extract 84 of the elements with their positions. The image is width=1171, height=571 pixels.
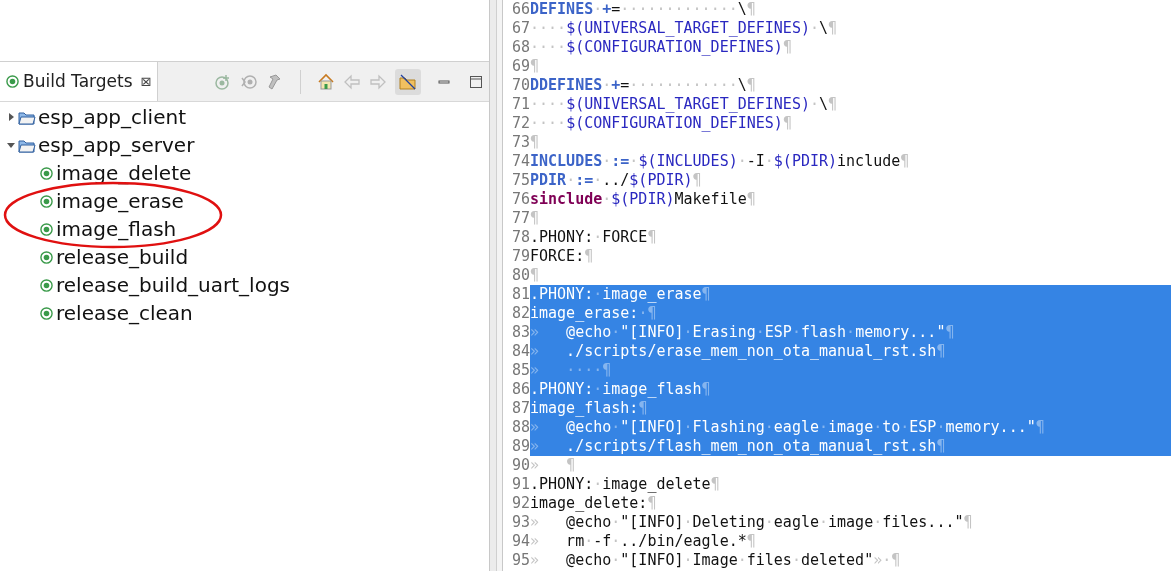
build-target-icon[interactable] [240, 72, 259, 91]
close-button[interactable]: ⊠ [140, 71, 152, 92]
tree-item[interactable]: release_clean [56, 298, 193, 328]
target-icon [40, 250, 53, 264]
code-text: ·../ [593, 171, 630, 190]
code-text: ·+ [593, 0, 612, 19]
code-text: · [602, 190, 612, 209]
project-folder-icon [18, 109, 36, 125]
code-text: Makefile¶ [674, 190, 756, 209]
code-text: .PHONY:·image_delete¶ [530, 475, 720, 494]
code-text: =·············\¶ [611, 0, 756, 19]
code-text: ···· [530, 114, 567, 133]
code-text: ···· [530, 19, 567, 38]
code-text: image_erase:·¶ [530, 304, 657, 323]
code-text: =············\¶ [620, 76, 756, 95]
tree-item[interactable]: image_delete [56, 158, 192, 188]
code-text: ·:= [602, 152, 630, 171]
code-text: include¶ [837, 152, 910, 171]
code-text: image_delete:¶ [530, 494, 657, 513]
code-text: » @echo·"[INFO]·Deleting·eagle·image·files..."¶ [530, 513, 973, 532]
code-text: ¶ [530, 133, 540, 152]
code-text: $(INCLUDES) [638, 152, 738, 171]
tab-title: Build Targets [23, 69, 133, 93]
code-text: $(PDIR) [773, 152, 838, 171]
code-text: FORCE:¶ [530, 247, 594, 266]
back-arrow-icon[interactable] [343, 72, 362, 91]
code-text: » ./scripts/flash_mem_non_ota_manual_rst.sh¶ [530, 437, 946, 456]
tree-item[interactable]: release_build_uart_logs [56, 270, 290, 300]
code-text: ¶ [692, 171, 702, 190]
tree-item[interactable]: image_flash [56, 214, 177, 244]
code-text: » @echo·"[INFO]·Image·files·deleted"»·¶ [530, 551, 901, 570]
folder-icon [399, 72, 418, 91]
target-icon [6, 75, 19, 88]
home-icon[interactable] [317, 72, 336, 91]
target-icon [40, 166, 53, 180]
code-text: · [629, 152, 639, 171]
target-icon [40, 278, 53, 292]
filter-toggle-button[interactable] [395, 68, 422, 95]
code-text: DDEFINES [530, 76, 603, 95]
code-text: .PHONY:·image_flash¶ [530, 380, 711, 399]
code-text: .PHONY:·FORCE¶ [530, 228, 657, 247]
expand-caret-icon[interactable] [6, 112, 16, 122]
code-text: ¶ [530, 209, 540, 228]
code-text: $(CONFIGURATION_DEFINES) [566, 114, 783, 133]
code-text: sinclude [530, 190, 603, 209]
code-text: $(CONFIGURATION_DEFINES) [566, 38, 783, 57]
project-folder-icon [18, 137, 36, 153]
code-text: » rm·-f·../bin/eagle.*¶ [530, 532, 756, 551]
code-text: ···· [530, 38, 567, 57]
maximize-icon[interactable] [469, 74, 484, 89]
code-text: » ····¶ [530, 361, 612, 380]
tree-item[interactable]: image_erase [56, 186, 184, 216]
tree-item[interactable]: esp_app_server [38, 130, 195, 160]
code-text: ¶ [782, 114, 792, 133]
forward-arrow-icon[interactable] [369, 72, 388, 91]
code-text: ¶ [530, 266, 540, 285]
code-text: ·:= [566, 171, 594, 190]
code-text: $(UNIVERSAL_TARGET_DEFINES) [566, 95, 810, 114]
code-text: » @echo·"[INFO]·Erasing·ESP·flash·memory..."¶ [530, 323, 955, 342]
code-text: ·\¶ [809, 95, 838, 114]
tree-item[interactable]: release_build [56, 242, 189, 272]
code-text: » ./scripts/erase_mem_non_ota_manual_rst.sh¶ [530, 342, 946, 361]
code-text: DEFINES [530, 0, 594, 19]
code-text: ·\¶ [809, 19, 838, 38]
collapse-caret-icon[interactable] [6, 140, 16, 150]
code-text: ·-I· [737, 152, 774, 171]
target-icon [40, 306, 53, 320]
code-text: » @echo·"[INFO]·Flashing·eagle·image·to·ESP·memory..."¶ [530, 418, 1045, 437]
code-text: ¶ [782, 38, 792, 57]
code-text: $(UNIVERSAL_TARGET_DEFINES) [566, 19, 810, 38]
view-tab[interactable]: Build Targets ⊠ [0, 62, 159, 101]
code-text: image_flash:¶ [530, 399, 648, 418]
tree-item[interactable]: esp_app_client [38, 102, 186, 132]
code-text: INCLUDES [530, 152, 603, 171]
code-text: » ¶ [530, 456, 576, 475]
target-icon [40, 194, 53, 208]
code-text: ¶ [530, 57, 540, 76]
code-text: $(PDIR) [611, 190, 675, 209]
code-text: ·+ [602, 76, 621, 95]
target-icon [40, 222, 53, 236]
code-text: ···· [530, 95, 567, 114]
code-text: $(PDIR) [629, 171, 693, 190]
code-text: PDIR [530, 171, 567, 190]
code-text: .PHONY:·image_erase¶ [530, 285, 711, 304]
